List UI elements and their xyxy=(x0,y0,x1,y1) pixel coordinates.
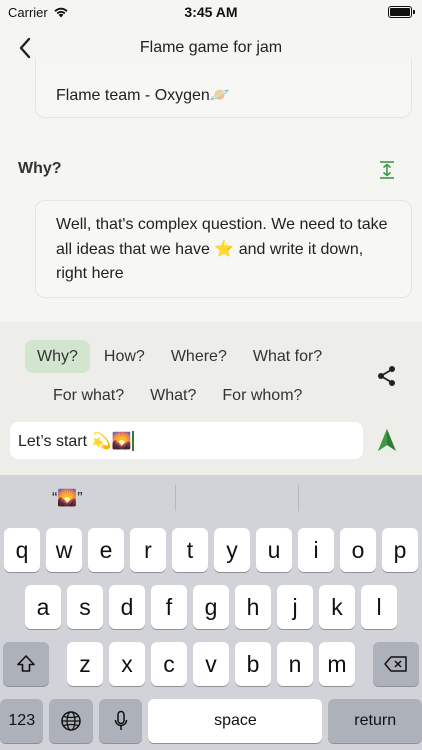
microphone-key[interactable] xyxy=(98,699,143,743)
share-button[interactable] xyxy=(376,364,398,388)
suggestion-item[interactable]: “🌄” xyxy=(0,475,175,521)
section-heading: Why? xyxy=(18,160,62,177)
previous-answer-card[interactable]: Flame team - Oxygen🪐 xyxy=(35,58,412,118)
expand-vertical-icon[interactable] xyxy=(376,158,398,182)
message-input-value: Let’s start 💫🌄 xyxy=(18,432,132,450)
key-x[interactable]: x xyxy=(109,642,145,686)
chip-what[interactable]: What? xyxy=(138,379,208,412)
shift-key[interactable] xyxy=(3,642,49,686)
space-key[interactable]: space xyxy=(148,699,323,743)
key-d[interactable]: d xyxy=(109,585,145,629)
answer-text: Well, that's complex question. We need t… xyxy=(56,216,388,282)
key-c[interactable]: c xyxy=(151,642,187,686)
key-l[interactable]: l xyxy=(361,585,397,629)
delete-key[interactable] xyxy=(373,642,419,686)
key-a[interactable]: a xyxy=(25,585,61,629)
microphone-icon xyxy=(114,710,127,730)
text-caret xyxy=(132,430,135,451)
key-w[interactable]: w xyxy=(46,528,82,572)
key-j[interactable]: j xyxy=(277,585,313,629)
carrier-label: Carrier xyxy=(8,4,48,20)
send-arrow-icon xyxy=(378,429,396,451)
shift-icon xyxy=(17,655,35,672)
key-n[interactable]: n xyxy=(277,642,313,686)
page-title: Flame game for jam xyxy=(139,39,283,56)
globe-icon xyxy=(61,711,81,731)
key-v[interactable]: v xyxy=(193,642,229,686)
key-k[interactable]: k xyxy=(319,585,355,629)
share-icon xyxy=(378,366,395,386)
keyboard-row-4: 123 space return xyxy=(0,699,422,743)
key-e[interactable]: e xyxy=(88,528,124,572)
numbers-key[interactable]: 123 xyxy=(0,699,44,743)
battery-icon xyxy=(388,6,415,18)
key-t[interactable]: t xyxy=(172,528,208,572)
chip-for-whom[interactable]: For whom? xyxy=(210,379,314,412)
key-q[interactable]: q xyxy=(4,528,40,572)
composer-panel: Why? How? Where? What for? For what? Wha… xyxy=(0,322,422,475)
keyboard-row-3: zxcvbnm xyxy=(0,642,422,686)
message-input[interactable]: Let’s start 💫🌄 xyxy=(10,422,363,459)
chip-why[interactable]: Why? xyxy=(25,340,90,373)
key-i[interactable]: i xyxy=(298,528,334,572)
key-o[interactable]: o xyxy=(340,528,376,572)
question-chips-row-2: For what? What? For whom? xyxy=(41,379,314,412)
chip-what-for[interactable]: What for? xyxy=(241,340,334,373)
answer-card[interactable]: Well, that's complex question. We need t… xyxy=(35,200,412,298)
keyboard-row-1: qwertyuiop xyxy=(0,528,422,572)
suggestion-item-empty[interactable] xyxy=(299,475,422,521)
globe-key[interactable] xyxy=(49,699,93,743)
key-m[interactable]: m xyxy=(319,642,355,686)
key-s[interactable]: s xyxy=(67,585,103,629)
send-button[interactable] xyxy=(375,426,399,454)
chip-for-what[interactable]: For what? xyxy=(41,379,136,412)
suggestion-bar: “🌄” xyxy=(0,475,422,521)
chip-where[interactable]: Where? xyxy=(159,340,239,373)
key-y[interactable]: y xyxy=(214,528,250,572)
key-p[interactable]: p xyxy=(382,528,418,572)
key-b[interactable]: b xyxy=(235,642,271,686)
wifi-icon xyxy=(54,7,68,18)
keyboard-row-2: asdfghjkl xyxy=(0,585,422,629)
status-bar: Carrier 3:45 AM xyxy=(0,0,422,24)
key-h[interactable]: h xyxy=(235,585,271,629)
key-u[interactable]: u xyxy=(256,528,292,572)
key-z[interactable]: z xyxy=(67,642,103,686)
status-left: Carrier xyxy=(8,5,69,20)
chip-how[interactable]: How? xyxy=(92,340,157,373)
question-chips-row-1: Why? How? Where? What for? xyxy=(25,340,334,373)
previous-answer-text: Flame team - Oxygen🪐 xyxy=(56,87,230,104)
key-f[interactable]: f xyxy=(151,585,187,629)
key-g[interactable]: g xyxy=(193,585,229,629)
return-key[interactable]: return xyxy=(328,699,422,743)
keyboard: “🌄” qwertyuiop asdfghjkl zxcvbnm 123 spa… xyxy=(0,475,422,750)
suggestion-item-empty[interactable] xyxy=(176,475,299,521)
delete-icon xyxy=(384,656,407,672)
key-r[interactable]: r xyxy=(130,528,166,572)
chevron-left-icon xyxy=(19,37,31,59)
